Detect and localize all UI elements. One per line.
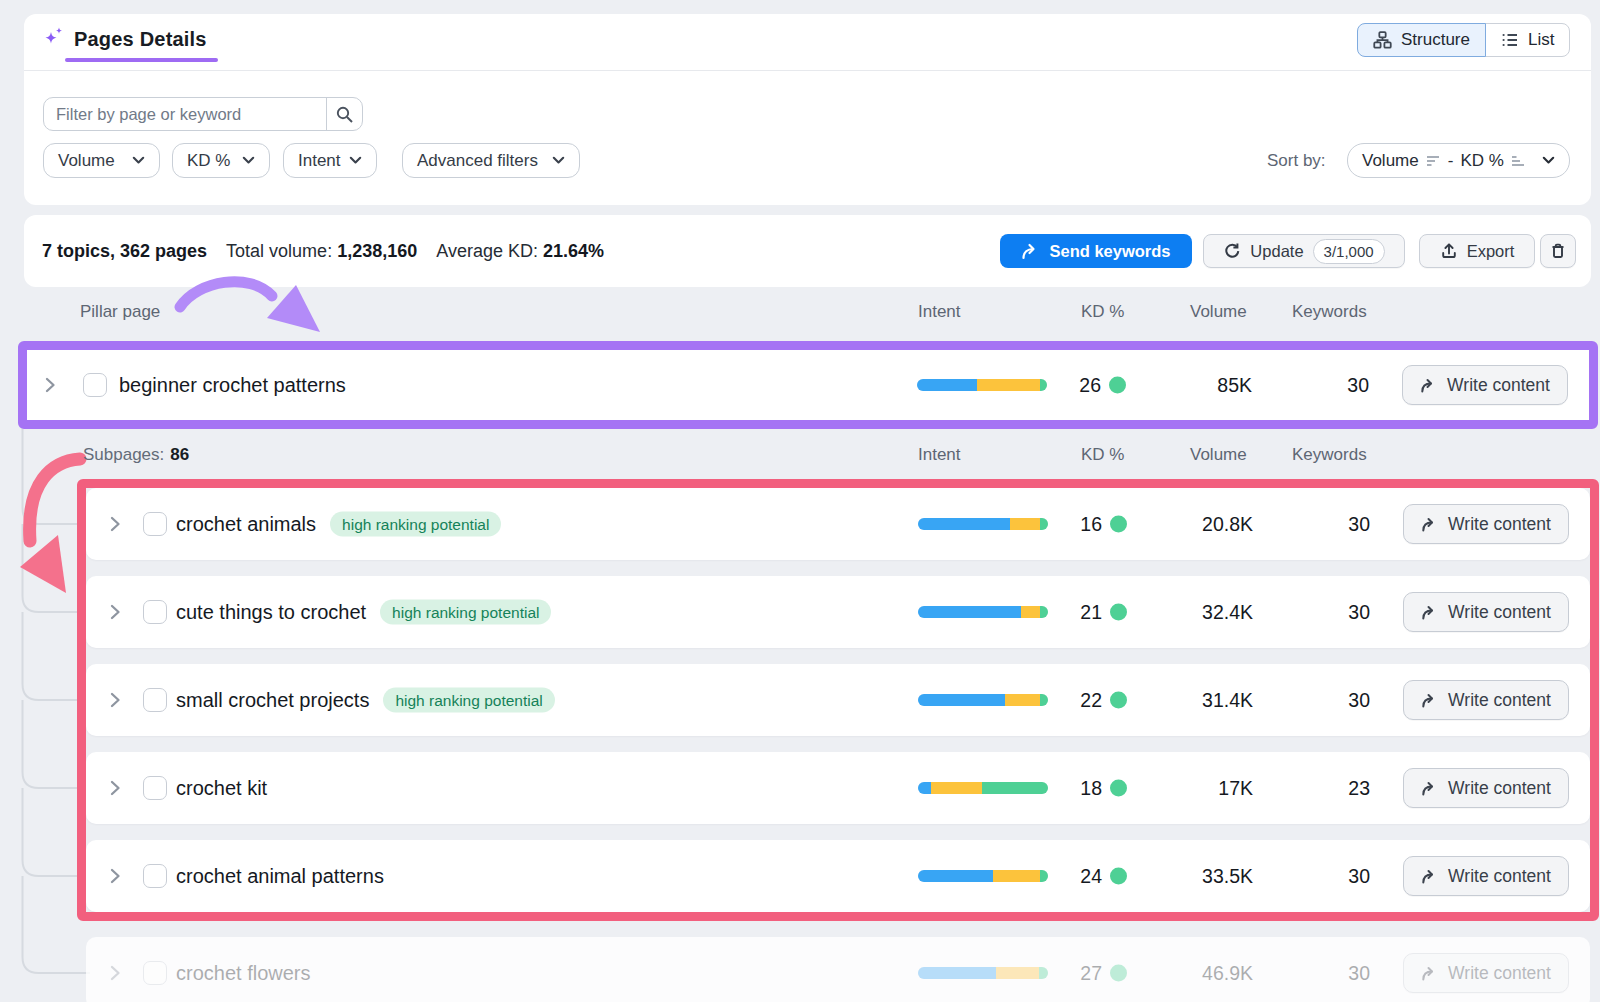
intent-bar — [917, 379, 1047, 391]
pillar-row[interactable]: beginner crochet patterns 26 85K 30 Writ… — [27, 350, 1589, 420]
expand-chevron-icon[interactable] — [45, 377, 56, 393]
kd-status-dot — [1110, 965, 1127, 982]
page-name-wrap: crochet flowers — [176, 962, 311, 985]
delete-button[interactable] — [1540, 234, 1576, 268]
list-view-button[interactable]: List — [1485, 23, 1570, 57]
chevron-down-icon — [349, 156, 362, 165]
title-underline — [65, 58, 218, 62]
write-content-button[interactable]: Write content — [1403, 953, 1569, 993]
refresh-icon — [1223, 242, 1241, 260]
list-icon — [1501, 31, 1519, 49]
write-arrow-icon — [1421, 966, 1438, 981]
chevron-down-icon — [552, 156, 565, 165]
page-title: Pages Details — [74, 28, 207, 51]
export-button[interactable]: Export — [1419, 234, 1535, 268]
pillar-row-highlight: beginner crochet patterns 26 85K 30 Writ… — [18, 341, 1598, 429]
topics-pages-count: 7 topics, 362 pages — [42, 241, 207, 262]
kd-cell: 27 — [1047, 962, 1127, 985]
pillar-page-arrow — [168, 272, 328, 344]
kd-header: KD % — [1081, 298, 1124, 326]
keywords-cell: 30 — [1280, 962, 1370, 985]
view-toggle: Structure List — [1357, 23, 1570, 57]
header-divider — [24, 70, 1591, 71]
subpage-row[interactable]: crochet flowers 27 46.9K 30 Write conten… — [86, 937, 1590, 1002]
intent-filter-chip[interactable]: Intent — [283, 143, 377, 178]
trash-icon — [1549, 242, 1567, 260]
volume-header: Volume — [1190, 298, 1247, 326]
subpages-header: Subpages:86 Intent KD % Volume Keywords — [0, 441, 1600, 469]
structure-view-button[interactable]: Structure — [1357, 23, 1486, 57]
advanced-filters-chip[interactable]: Advanced filters — [402, 143, 580, 178]
update-quota: 3/1,000 — [1313, 239, 1385, 264]
volume-cell: 46.9K — [1143, 962, 1253, 985]
update-button[interactable]: Update 3/1,000 — [1203, 234, 1405, 268]
page-name: crochet flowers — [176, 962, 311, 985]
export-icon — [1440, 242, 1458, 260]
toolbar-card: Pages Details Structure List — [24, 14, 1591, 205]
sort-by-label: Sort by: — [1267, 143, 1326, 178]
subpages-highlight — [77, 479, 1599, 921]
total-volume: Total volume: 1,238,160 — [226, 241, 417, 262]
structure-icon — [1373, 31, 1392, 49]
intent-bar — [918, 967, 1048, 979]
send-keywords-button[interactable]: Send keywords — [1000, 234, 1192, 268]
write-content-button[interactable]: Write content — [1402, 365, 1568, 405]
sparkle-icon — [42, 26, 66, 52]
search-input[interactable] — [44, 98, 326, 130]
pillar-page-header: Pillar page — [80, 298, 160, 326]
keywords-header: Keywords — [1292, 298, 1367, 326]
page-name: beginner crochet patterns — [119, 374, 346, 397]
row-checkbox[interactable] — [83, 373, 107, 397]
page-title-wrap: Pages Details — [42, 26, 207, 52]
sort-dropdown[interactable]: Volume - KD % — [1347, 143, 1570, 178]
row-checkbox[interactable] — [143, 961, 167, 985]
keywords-cell: 30 — [1279, 374, 1369, 397]
volume-filter-chip[interactable]: Volume — [43, 143, 160, 178]
kd-status-dot — [1109, 377, 1126, 394]
chevron-down-icon — [242, 156, 255, 165]
kd-filter-chip[interactable]: KD % — [172, 143, 270, 178]
subpages-count: Subpages:86 — [83, 441, 189, 469]
search-icon — [335, 105, 354, 124]
write-arrow-icon — [1420, 378, 1437, 393]
kd-cell: 26 — [1046, 374, 1126, 397]
intent-header: Intent — [918, 298, 961, 326]
sort-asc-icon — [1511, 155, 1526, 167]
sort-desc-icon — [1426, 155, 1441, 167]
filter-search — [43, 97, 363, 131]
search-button[interactable] — [326, 98, 362, 130]
chevron-down-icon — [132, 156, 145, 165]
faded-row-wrap: crochet flowers 27 46.9K 30 Write conten… — [86, 937, 1590, 1002]
expand-chevron-icon[interactable] — [110, 965, 121, 981]
volume-cell: 85K — [1142, 374, 1252, 397]
average-kd: Average KD: 21.64% — [436, 241, 604, 262]
chevron-down-icon — [1542, 156, 1555, 165]
send-arrow-icon — [1021, 243, 1040, 260]
